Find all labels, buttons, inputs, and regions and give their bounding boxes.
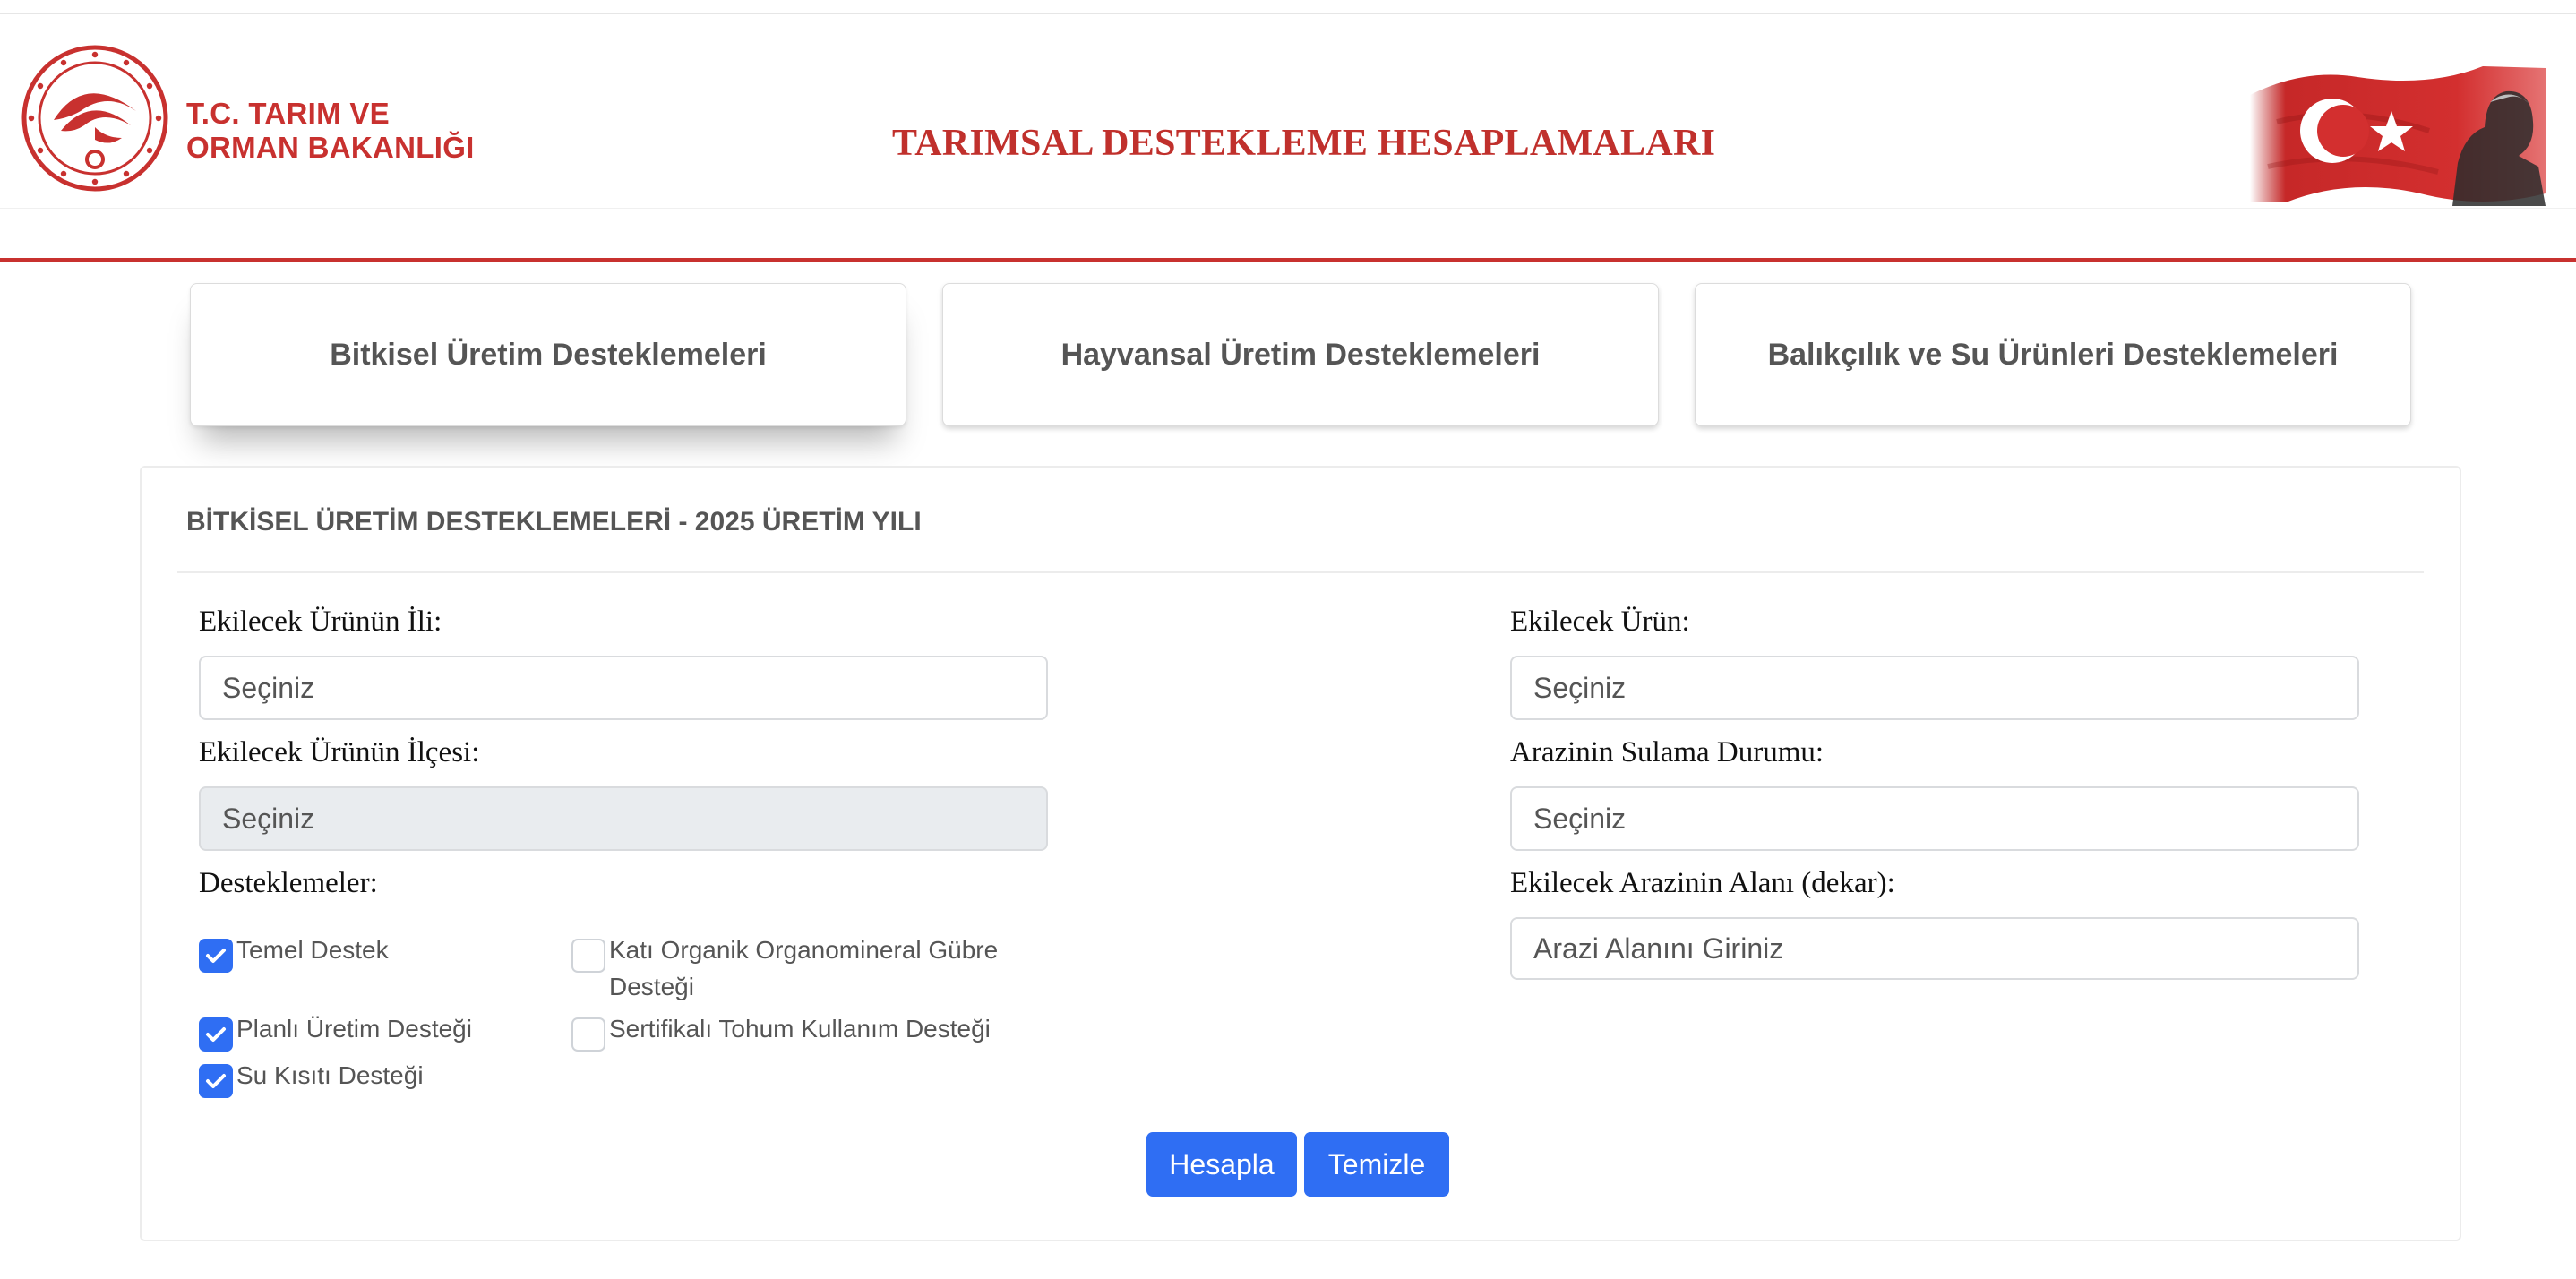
checkmark-icon [206,1027,226,1042]
ministry-name: T.C. TARIM VE ORMAN BAKANLIĞI [186,97,475,165]
flag-ataturk-image [2250,66,2546,206]
su-kisiti-checkbox[interactable] [199,1064,233,1098]
il-select[interactable]: Seçiniz [199,656,1048,720]
form-card: BİTKİSEL ÜRETİM DESTEKLEMELERİ - 2025 ÜR… [140,466,2461,1241]
sertifikali-tohum-checkbox[interactable] [571,1017,605,1052]
tab-balikcilik[interactable]: Balıkçılık ve Su Ürünleri Desteklemeleri [1695,283,2411,426]
destek-label: Desteklemeler: [199,867,378,899]
checkmark-icon [206,949,226,963]
ilce-label: Ekilecek Ürünün İlçesi: [199,736,480,768]
tab-bitkisel[interactable]: Bitkisel Üretim Desteklemeleri [190,283,906,426]
su-kisiti-label: Su Kısıtı Desteği [236,1061,424,1089]
gubre-destegi-checkbox[interactable] [571,939,605,973]
checkmark-icon [206,1074,226,1088]
temizle-button[interactable]: Temizle [1304,1132,1449,1197]
urun-label: Ekilecek Ürün: [1510,605,1690,638]
sulama-select[interactable]: Seçiniz [1510,786,2359,851]
page-title: TARIMSAL DESTEKLEME HESAPLAMALARI [892,123,1716,164]
sulama-label: Arazinin Sulama Durumu: [1510,736,1825,768]
ilce-select[interactable]: Seçiniz [199,786,1048,851]
site-header: T.C. TARIM VE ORMAN BAKANLIĞI TARIMSAL D… [0,14,2576,209]
planli-uretim-label: Planlı Üretim Desteği [236,1015,472,1043]
ministry-name-line2: ORMAN BAKANLIĞI [186,131,475,164]
form-title-divider [177,571,2424,573]
il-label: Ekilecek Ürünün İli: [199,605,442,638]
sertifikali-tohum-label: Sertifikalı Tohum Kullanım Desteği [609,1015,991,1043]
header-divider [0,258,2576,262]
ministry-logo [21,45,168,192]
gubre-destegi-label: Katı Organik Organomineral Gübre Desteği [609,936,999,1000]
hesapla-button[interactable]: Hesapla [1146,1132,1297,1197]
temel-destek-label: Temel Destek [236,936,389,964]
urun-select[interactable]: Seçiniz [1510,656,2359,720]
alan-input[interactable]: Arazi Alanını Giriniz [1510,917,2359,980]
temel-destek-checkbox[interactable] [199,939,233,973]
planli-uretim-checkbox[interactable] [199,1017,233,1052]
ministry-name-line1: T.C. TARIM VE [186,97,390,130]
tab-hayvansal[interactable]: Hayvansal Üretim Desteklemeleri [942,283,1659,426]
form-title: BİTKİSEL ÜRETİM DESTEKLEMELERİ - 2025 ÜR… [186,507,922,536]
alan-label: Ekilecek Arazinin Alanı (dekar): [1510,867,1895,899]
